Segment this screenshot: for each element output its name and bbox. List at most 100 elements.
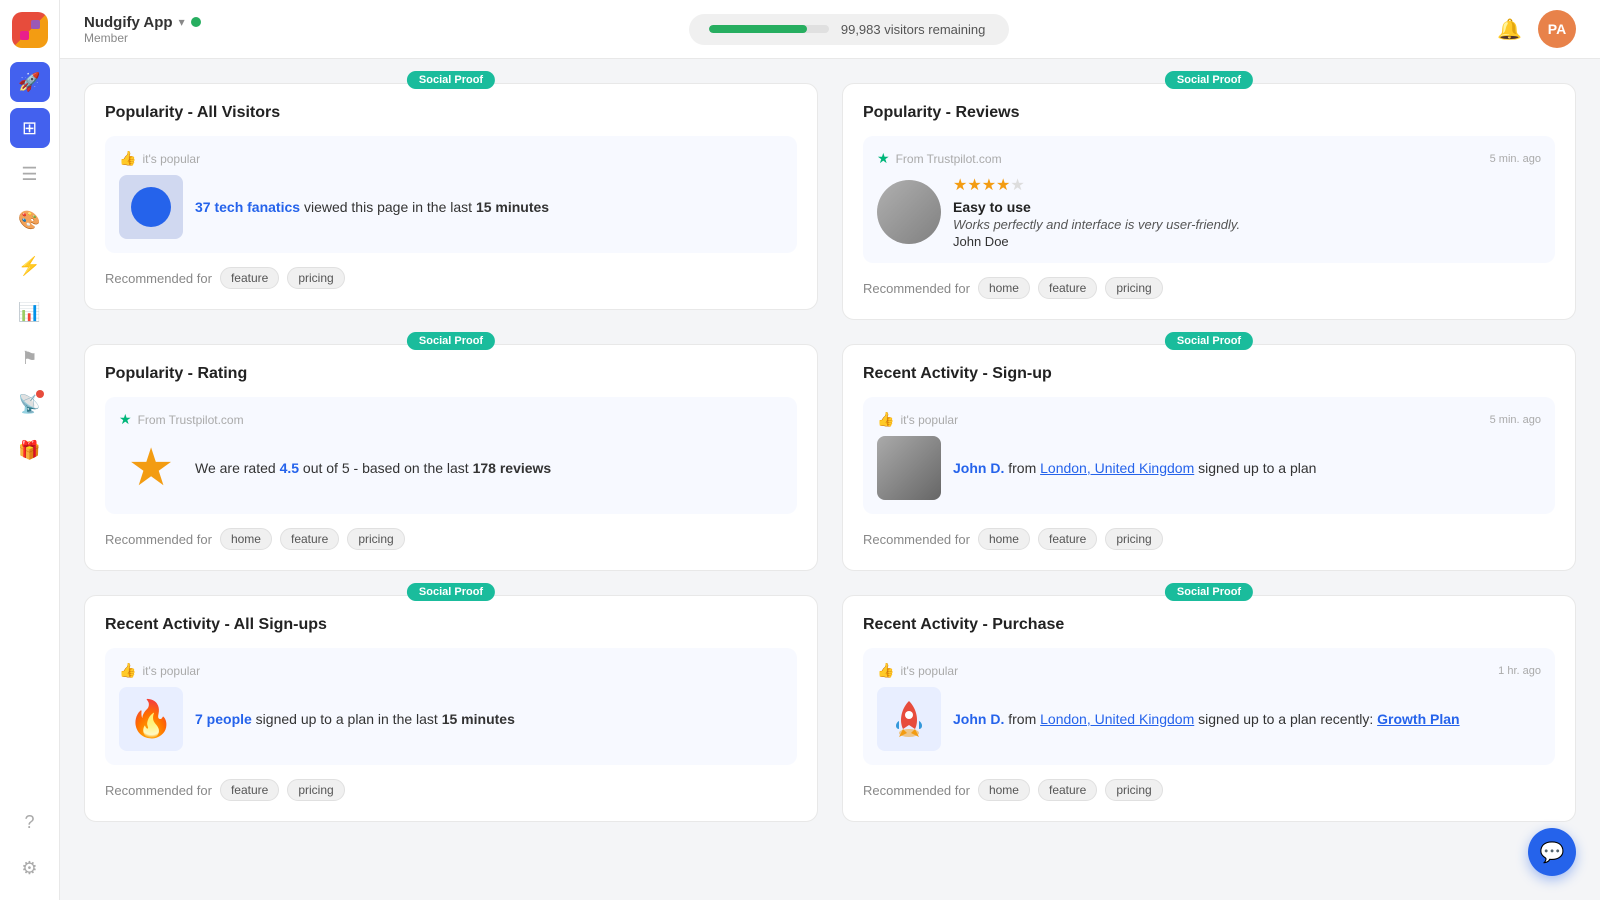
- tags-row-5: Recommended for feature pricing: [105, 779, 797, 801]
- visitors-text: 99,983 visitors remaining: [841, 22, 986, 37]
- tag-feature[interactable]: feature: [220, 267, 279, 289]
- progress-fill: [709, 25, 807, 33]
- card-popularity-reviews: Social Proof Popularity - Reviews ★ From…: [842, 83, 1576, 320]
- tag-pricing-5[interactable]: pricing: [287, 779, 344, 801]
- social-proof-badge-5: Social Proof: [407, 583, 495, 601]
- notif-text-4: John D. from London, United Kingdom sign…: [953, 458, 1316, 479]
- review-content: ★★★★★ Easy to use Works perfectly and in…: [953, 175, 1240, 249]
- sidebar-item-help[interactable]: ?: [10, 802, 50, 842]
- notif-bold-1: 15 minutes: [476, 199, 549, 215]
- tag-feature-2[interactable]: feature: [1038, 277, 1097, 299]
- sidebar-item-rocket[interactable]: 🚀: [10, 62, 50, 102]
- app-name[interactable]: Nudgify App: [84, 14, 173, 31]
- sidebar-item-list[interactable]: ☰: [10, 154, 50, 194]
- tag-home-2[interactable]: home: [978, 277, 1030, 299]
- thumb-icon-5: 👍: [119, 662, 136, 679]
- tag-pricing-4[interactable]: pricing: [1105, 528, 1162, 550]
- header-center: 99,983 visitors remaining: [217, 14, 1481, 45]
- notif-box-6: 👍 it's popular 1 hr. ago: [863, 648, 1555, 765]
- tags-row-1: Recommended for feature pricing: [105, 267, 797, 289]
- card-recent-signup: Social Proof Recent Activity - Sign-up 👍…: [842, 344, 1576, 571]
- sidebar-item-settings[interactable]: ⚙: [10, 848, 50, 888]
- time-2: 5 min. ago: [1490, 153, 1541, 165]
- tag-feature-3[interactable]: feature: [280, 528, 339, 550]
- popular-label: it's popular: [142, 152, 200, 166]
- visitors-bar: 99,983 visitors remaining: [689, 14, 1009, 45]
- review-avatar: [877, 180, 941, 244]
- popular-label-6: it's popular: [900, 664, 958, 678]
- from-label-2: From Trustpilot.com: [896, 152, 1002, 166]
- notif-text-6: John D. from London, United Kingdom sign…: [953, 709, 1460, 730]
- stars: ★★★★: [953, 177, 1010, 194]
- notif-highlight-1: 37 tech fanatics: [195, 199, 300, 215]
- tag-pricing-3[interactable]: pricing: [347, 528, 404, 550]
- sidebar-item-activity[interactable]: ⚡: [10, 246, 50, 286]
- card-popularity-rating: Social Proof Popularity - Rating ★ From …: [84, 344, 818, 571]
- sidebar-item-gift[interactable]: 🎁: [10, 430, 50, 470]
- tags-row-2: Recommended for home feature pricing: [863, 277, 1555, 299]
- tags-label-3: Recommended for: [105, 532, 212, 547]
- notif-box-5: 👍 it's popular 🔥 7 people signed up to a…: [105, 648, 797, 765]
- social-proof-badge-6: Social Proof: [1165, 583, 1253, 601]
- bell-icon[interactable]: 🔔: [1497, 17, 1522, 42]
- notif-highlight-5: 7 people: [195, 711, 252, 727]
- rocket-container: [877, 687, 941, 751]
- fab-chat[interactable]: 💬: [1528, 828, 1576, 876]
- flame-icon: 🔥: [129, 698, 174, 740]
- brand-chevron-icon[interactable]: ▾: [179, 15, 185, 29]
- sidebar-item-dashboard[interactable]: ⊞: [10, 108, 50, 148]
- notif-bold-5: 15 minutes: [442, 711, 515, 727]
- big-star-icon: ★: [128, 442, 175, 494]
- social-proof-badge-3: Social Proof: [407, 332, 495, 350]
- tag-home-3[interactable]: home: [220, 528, 272, 550]
- tag-home-6[interactable]: home: [978, 779, 1030, 801]
- social-proof-badge-4: Social Proof: [1165, 332, 1253, 350]
- person-name-6: John D.: [953, 711, 1004, 727]
- content-area: Social Proof Popularity - All Visitors 👍…: [60, 59, 1600, 900]
- sidebar-item-chart[interactable]: 📊: [10, 292, 50, 332]
- tags-label-6: Recommended for: [863, 783, 970, 798]
- card-title-5: Recent Activity - All Sign-ups: [105, 616, 797, 634]
- tag-home-4[interactable]: home: [978, 528, 1030, 550]
- tag-pricing-6[interactable]: pricing: [1105, 779, 1162, 801]
- person-link-6[interactable]: London, United Kingdom: [1040, 711, 1194, 727]
- tag-feature-4[interactable]: feature: [1038, 528, 1097, 550]
- card-all-signups: Social Proof Recent Activity - All Sign-…: [84, 595, 818, 822]
- tag-pricing[interactable]: pricing: [287, 267, 344, 289]
- notif-text-3: We are rated 4.5 out of 5 - based on the…: [195, 458, 551, 479]
- card-popularity-visitors: Social Proof Popularity - All Visitors 👍…: [84, 83, 818, 320]
- header: Nudgify App ▾ Member 99,983 visitors rem…: [60, 0, 1600, 59]
- card-title-4: Recent Activity - Sign-up: [863, 365, 1555, 383]
- main-area: Nudgify App ▾ Member 99,983 visitors rem…: [60, 0, 1600, 900]
- review-title: Easy to use: [953, 199, 1240, 215]
- notif-text-5: 7 people signed up to a plan in the last…: [195, 709, 515, 730]
- review-author: John Doe: [953, 234, 1240, 249]
- header-actions: 🔔 PA: [1497, 10, 1576, 48]
- card-title-6: Recent Activity - Purchase: [863, 616, 1555, 634]
- sidebar-item-broadcast[interactable]: 📡: [10, 384, 50, 424]
- popular-label-5: it's popular: [142, 664, 200, 678]
- cards-grid: Social Proof Popularity - All Visitors 👍…: [84, 83, 1576, 822]
- notif-box-4: 👍 it's popular 5 min. ago John D. from L…: [863, 397, 1555, 514]
- tags-label-2: Recommended for: [863, 281, 970, 296]
- tag-feature-6[interactable]: feature: [1038, 779, 1097, 801]
- sidebar-item-palette[interactable]: 🎨: [10, 200, 50, 240]
- plan-link-6[interactable]: Growth Plan: [1377, 711, 1459, 727]
- brand-section: Nudgify App ▾ Member: [84, 14, 201, 45]
- thumb-icon-4: 👍: [877, 411, 894, 428]
- app-logo[interactable]: [12, 12, 48, 48]
- thumb-icon-6: 👍: [877, 662, 894, 679]
- trustpilot-star-icon-3: ★: [119, 411, 132, 428]
- star-empty: ★: [1010, 177, 1024, 194]
- app-subtitle: Member: [84, 31, 201, 45]
- notif-highlight-3: 4.5: [280, 460, 299, 476]
- status-indicator: [191, 17, 201, 27]
- tags-label-1: Recommended for: [105, 271, 212, 286]
- tag-feature-5[interactable]: feature: [220, 779, 279, 801]
- sidebar-item-flag[interactable]: ⚑: [10, 338, 50, 378]
- avatar[interactable]: PA: [1538, 10, 1576, 48]
- tag-pricing-2[interactable]: pricing: [1105, 277, 1162, 299]
- notif-box-3: ★ From Trustpilot.com ★ We are rated 4.5…: [105, 397, 797, 514]
- person-link-4[interactable]: London, United Kingdom: [1040, 460, 1194, 476]
- tags-label-5: Recommended for: [105, 783, 212, 798]
